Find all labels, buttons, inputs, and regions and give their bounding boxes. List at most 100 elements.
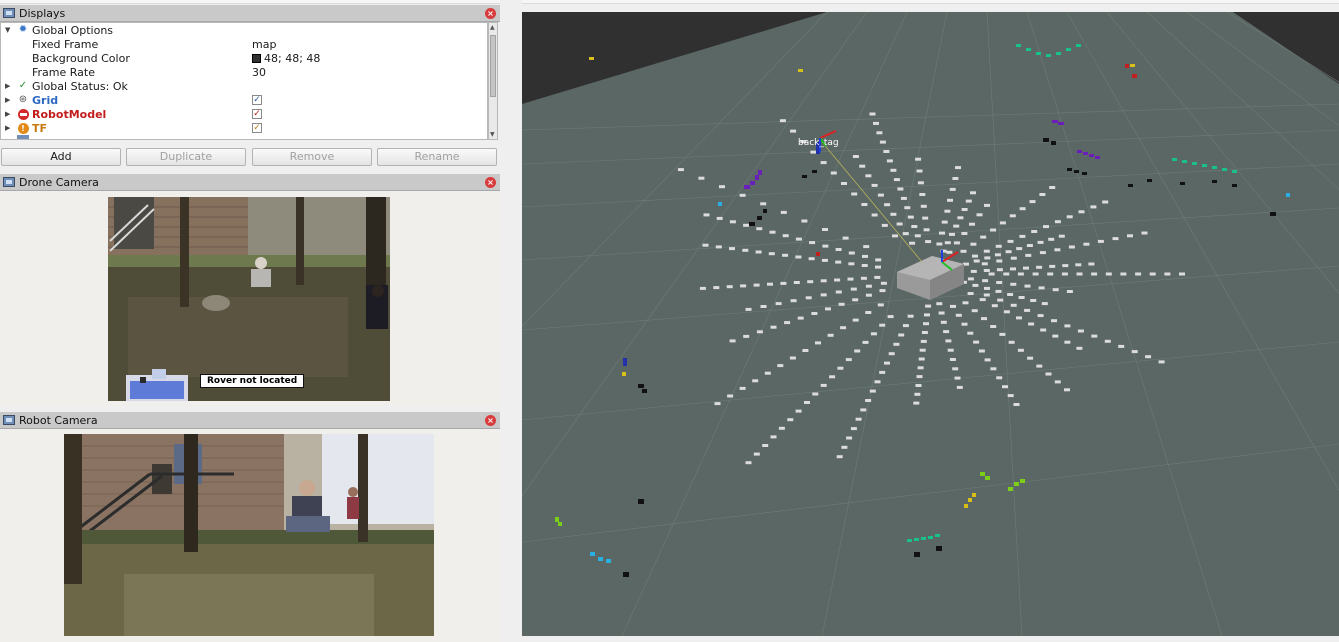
tree-row-tf[interactable]: ▶ ! TF ✓ xyxy=(1,121,487,135)
drone-camera-image xyxy=(108,197,390,401)
scan-point xyxy=(869,112,876,116)
scan-point xyxy=(1039,193,1046,196)
add-button[interactable]: Add xyxy=(1,148,121,166)
scan-point xyxy=(962,301,969,305)
scan-point xyxy=(955,166,961,170)
close-icon[interactable]: × xyxy=(485,177,496,188)
scan-point xyxy=(1141,231,1148,235)
scan-point xyxy=(917,181,924,185)
scan-point xyxy=(888,352,895,356)
tree-row-fixed-frame[interactable]: Fixed Frame map xyxy=(1,37,487,51)
scan-point xyxy=(1052,334,1059,338)
scan-point xyxy=(807,280,814,284)
scan-point xyxy=(1049,186,1056,189)
scan-point xyxy=(1032,272,1039,276)
scan-point xyxy=(956,385,963,389)
scan-point xyxy=(1028,322,1035,326)
background-color-value[interactable]: 48; 48; 48 xyxy=(252,52,320,65)
scan-point xyxy=(999,332,1006,336)
expand-arrow-icon[interactable]: ▼ xyxy=(5,26,13,34)
scan-point xyxy=(880,281,887,285)
scan-point xyxy=(907,215,914,219)
scan-point xyxy=(1005,250,1012,254)
tree-row-global-status[interactable]: ▶ ✓ Global Status: Ok xyxy=(1,79,487,93)
close-icon[interactable]: × xyxy=(485,8,496,19)
tree-label: Global Status: Ok xyxy=(32,79,128,93)
scan-point xyxy=(795,255,802,259)
scan-point xyxy=(923,322,929,326)
scan-point xyxy=(745,461,752,465)
expand-arrow-icon[interactable]: ▶ xyxy=(5,82,13,90)
scan-point xyxy=(1105,272,1112,276)
tree-row-grid[interactable]: ▶ ⊛ Grid ✓ xyxy=(1,93,487,107)
scroll-down-icon[interactable]: ▼ xyxy=(490,131,495,138)
scan-point xyxy=(1058,234,1065,238)
scan-point xyxy=(760,202,767,206)
color-swatch[interactable] xyxy=(252,53,261,63)
drone-camera-title: Drone Camera xyxy=(19,175,99,189)
tree-row-global-options[interactable]: ▼ ✹ Global Options xyxy=(1,23,487,37)
scan-point xyxy=(983,249,990,253)
scan-point xyxy=(1039,251,1046,255)
duplicate-button[interactable]: Duplicate xyxy=(126,148,246,166)
scan-point xyxy=(955,313,962,317)
scan-point xyxy=(960,249,967,253)
scroll-thumb[interactable] xyxy=(490,35,496,97)
close-icon[interactable]: × xyxy=(485,415,496,426)
robot-camera-panel-title[interactable]: Robot Camera × xyxy=(0,412,500,429)
viewport-scene[interactable]: back_tag xyxy=(522,12,1339,636)
scan-point xyxy=(727,394,734,398)
scan-point xyxy=(994,253,1001,257)
scan-point xyxy=(913,401,920,405)
remove-button[interactable]: Remove xyxy=(252,148,372,166)
scan-point xyxy=(893,178,900,182)
rename-button[interactable]: Rename xyxy=(377,148,497,166)
scan-point xyxy=(1118,344,1125,348)
scan-point xyxy=(1061,272,1068,276)
tree-row-background-color[interactable]: Background Color 48; 48; 48 xyxy=(1,51,487,65)
3d-viewport[interactable]: back_tag xyxy=(522,12,1339,636)
scan-point xyxy=(879,140,886,144)
scan-point xyxy=(957,216,964,220)
scan-point xyxy=(991,304,998,308)
scan-point xyxy=(916,375,923,379)
tree-scrollbar[interactable]: ▲ ▼ xyxy=(488,22,498,140)
scan-point xyxy=(949,358,956,361)
scan-point xyxy=(981,262,988,266)
scan-point xyxy=(879,323,886,327)
displays-tree[interactable]: ▼ ✹ Global Options Fixed Frame map Backg… xyxy=(0,22,488,140)
drone-camera-panel-title[interactable]: Drone Camera × xyxy=(0,174,500,191)
scan-point xyxy=(873,121,879,125)
grid-checkbox[interactable]: ✓ xyxy=(252,95,262,105)
scan-point xyxy=(952,177,959,180)
tree-row-robot-model[interactable]: ▶ RobotModel ✓ xyxy=(1,107,487,121)
scan-point xyxy=(976,213,983,217)
tf-checkbox[interactable]: ✓ xyxy=(252,123,262,133)
scroll-up-icon[interactable]: ▲ xyxy=(490,24,495,31)
scan-point xyxy=(961,322,968,326)
expand-arrow-icon[interactable]: ▶ xyxy=(5,110,13,118)
scan-point xyxy=(1003,272,1010,276)
scan-point xyxy=(921,331,928,334)
tree-row-frame-rate[interactable]: Frame Rate 30 xyxy=(1,65,487,79)
displays-panel-title[interactable]: Displays × xyxy=(0,5,500,22)
scan-point xyxy=(769,230,776,234)
tree-row-partial[interactable] xyxy=(1,135,487,139)
gear-icon: ✹ xyxy=(18,24,28,35)
dock-splitter[interactable] xyxy=(500,0,522,642)
scan-point xyxy=(1013,403,1020,406)
scan-point xyxy=(752,379,759,383)
scan-point xyxy=(1091,272,1098,276)
robotmodel-checkbox[interactable]: ✓ xyxy=(252,109,262,119)
background-color-text: 48; 48; 48 xyxy=(264,51,321,65)
scan-point xyxy=(1023,266,1029,270)
scan-point xyxy=(919,348,926,352)
expand-arrow-icon[interactable]: ▶ xyxy=(5,124,13,132)
scan-point xyxy=(1091,334,1098,338)
fixed-frame-value[interactable]: map xyxy=(252,38,276,51)
expand-arrow-icon[interactable]: ▶ xyxy=(5,96,13,104)
scan-point xyxy=(793,281,800,284)
scan-point xyxy=(936,302,943,306)
frame-rate-value[interactable]: 30 xyxy=(252,66,266,79)
scan-point xyxy=(988,272,995,276)
